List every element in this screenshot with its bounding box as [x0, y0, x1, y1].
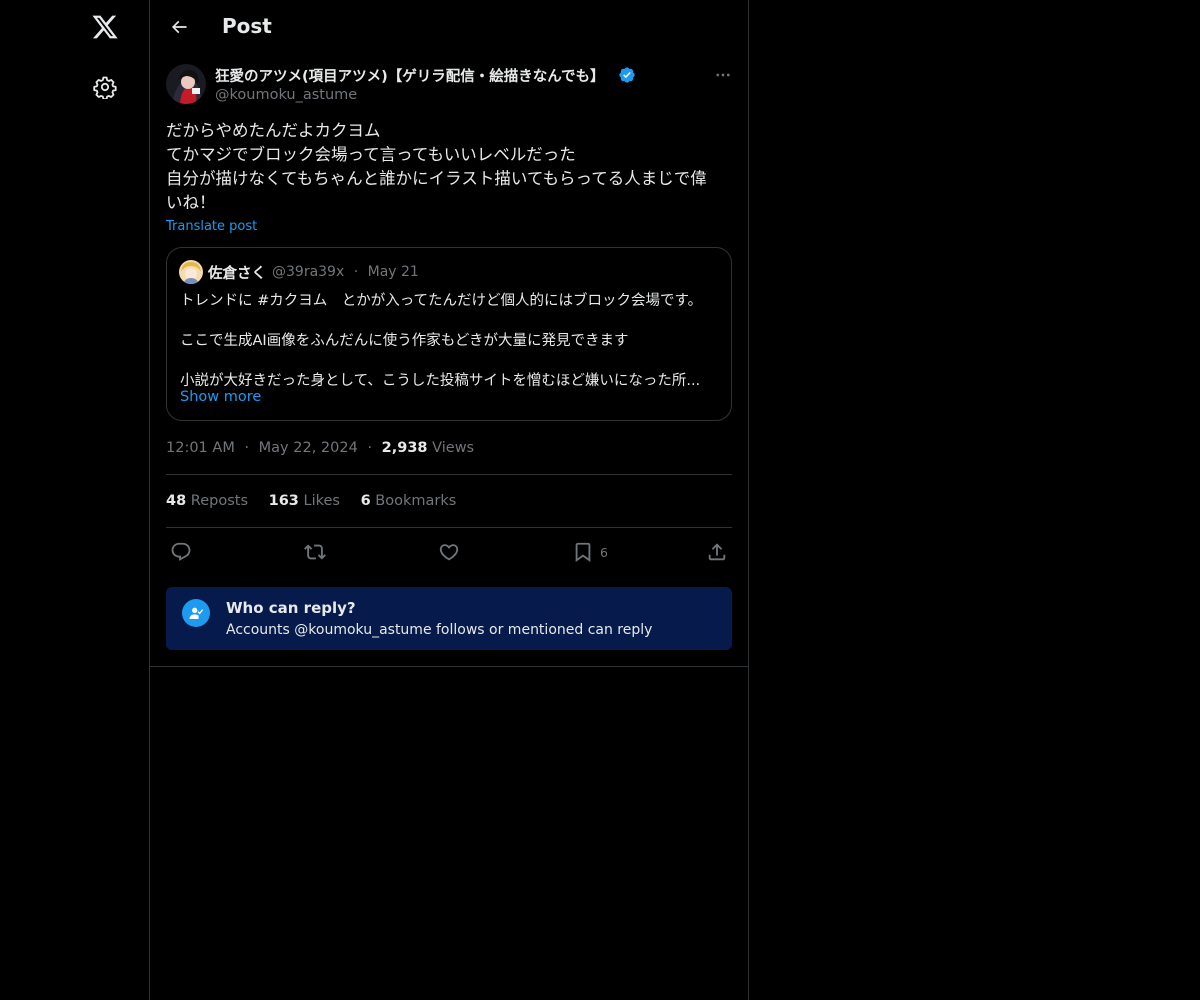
- quoted-text-line: トレンドに #カクヨム とかが入ってたんだけど個人的にはブロック会場です。: [180, 293, 703, 309]
- arrow-left-icon: [171, 20, 187, 34]
- post-text-line: いね！: [166, 193, 216, 212]
- divider: [150, 666, 748, 667]
- page-title: Post: [222, 14, 272, 38]
- post-text-line: 自分が描けなくてもちゃんと誰かにイラスト描いてもらってる人まじで偉: [166, 169, 707, 188]
- bookmark-icon: [575, 542, 591, 563]
- more-dots-icon: [716, 73, 730, 77]
- quoted-text-line: 小説が大好きだった身として、こうした投稿サイトを憎むほど嫌いになった所...: [180, 373, 701, 389]
- translate-post-link[interactable]: Translate post: [166, 219, 257, 234]
- gear-icon[interactable]: [84, 66, 126, 108]
- who-can-reply-description: Accounts @koumoku_astume follows or ment…: [226, 622, 653, 638]
- separator: ·: [367, 440, 373, 456]
- heart-icon: [439, 544, 459, 561]
- more-options-button[interactable]: [708, 62, 738, 88]
- avatar[interactable]: [166, 64, 206, 104]
- reply-icon: [171, 542, 191, 561]
- repost-icon: [304, 544, 326, 560]
- author-handle[interactable]: @koumoku_astume: [215, 87, 357, 103]
- likes-count: 163: [268, 493, 299, 509]
- post-time[interactable]: 12:01 AM: [166, 440, 235, 456]
- bookmarks-count: 6: [360, 493, 371, 509]
- reposts-count: 48: [166, 493, 187, 509]
- post-text-line: てかマジでブロック会場って言ってもいいレベルだった: [166, 145, 576, 164]
- who-can-reply-box: Who can reply? Accounts @koumoku_astume …: [166, 587, 732, 650]
- divider: [166, 527, 732, 528]
- bookmarks-label: Bookmarks: [375, 493, 457, 509]
- likes-stat[interactable]: 163 Likes: [269, 493, 345, 509]
- page-header: Post: [150, 0, 748, 54]
- bookmark-button[interactable]: 6: [572, 538, 608, 566]
- verified-badge-icon: [618, 66, 636, 84]
- reposts-label: Reposts: [190, 493, 249, 509]
- post-date[interactable]: May 22, 2024: [259, 440, 358, 456]
- quoted-avatar[interactable]: [179, 260, 203, 284]
- user-check-icon: [182, 599, 210, 627]
- post-stats: 48 Reposts 163 Likes 6 Bookmarks: [166, 493, 472, 509]
- divider: [166, 474, 732, 475]
- reposts-stat[interactable]: 48 Reposts: [166, 493, 253, 509]
- post-timestamp: 12:01 AM · May 22, 2024 · 2,938 Views: [166, 440, 474, 456]
- post-column: Post 狂愛のアツメ(項目アツメ)【ゲリラ配信・絵描きなんでも】 @koumo…: [149, 0, 749, 1000]
- share-button[interactable]: [706, 538, 728, 566]
- separator: ·: [244, 440, 250, 456]
- quoted-text-line: ここで生成AI画像をふんだんに使う作家もどきが大量に発見できます: [180, 333, 629, 349]
- quoted-author-name[interactable]: 佐倉さく: [208, 262, 266, 283]
- who-can-reply-title: Who can reply?: [226, 599, 356, 617]
- back-button[interactable]: [162, 10, 196, 44]
- views-label: Views: [432, 440, 475, 456]
- reply-button[interactable]: [170, 538, 192, 566]
- like-button[interactable]: [438, 538, 460, 566]
- show-more-link[interactable]: Show more: [180, 389, 261, 405]
- views-count: 2,938: [381, 440, 428, 456]
- repost-button[interactable]: [304, 538, 326, 566]
- post-text-line: だからやめたんだよカクヨム: [166, 121, 381, 140]
- likes-label: Likes: [303, 493, 340, 509]
- quoted-date[interactable]: May 21: [368, 264, 419, 280]
- post-text: だからやめたんだよカクヨム てかマジでブロック会場って言ってもいいレベルだった …: [166, 119, 736, 215]
- left-rail: [0, 0, 150, 1000]
- bookmarks-stat[interactable]: 6 Bookmarks: [361, 493, 457, 509]
- separator: ·: [353, 264, 359, 280]
- x-logo-icon[interactable]: [84, 6, 126, 48]
- share-icon: [708, 543, 726, 561]
- author-name[interactable]: 狂愛のアツメ(項目アツメ)【ゲリラ配信・絵描きなんでも】: [215, 65, 605, 86]
- quoted-author-handle[interactable]: @39ra39x: [272, 264, 344, 280]
- bookmark-count: 6: [600, 544, 608, 560]
- quoted-post[interactable]: 佐倉さく @39ra39x · May 21 トレンドに #カクヨム とかが入っ…: [166, 247, 732, 421]
- quoted-meta: @39ra39x · May 21: [272, 264, 419, 280]
